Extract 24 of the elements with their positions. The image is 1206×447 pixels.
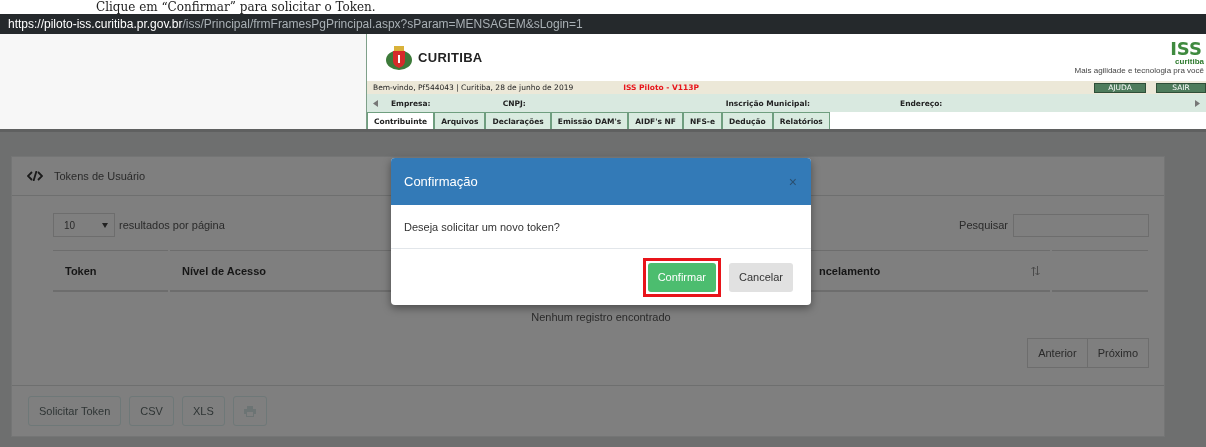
action-button[interactable]: XLS [181, 396, 225, 426]
page-size-select[interactable]: 10 [53, 213, 115, 237]
dialog-title: Confirmação [404, 174, 478, 189]
brand-name: CURITIBA [418, 50, 483, 65]
iss-logo: ISS curitiba Mais agilidade e tecnologia pra você [1073, 40, 1205, 75]
city-crest-icon [384, 43, 414, 72]
pagination-button[interactable]: Próximo [1087, 338, 1149, 368]
action-button[interactable]: Solicitar Token [28, 396, 122, 426]
panel-title: Tokens de Usuário [54, 170, 146, 182]
address-bar[interactable]: https://piloto-iss.curitiba.pr.gov.br/iss/Principal/frmFramesPgPrincipal.aspx?sParam=MENSAGEM&sLogin=1 [0, 14, 1206, 34]
cancel-button[interactable]: Cancelar [728, 262, 793, 292]
scroll-left-icon[interactable] [373, 99, 378, 107]
scroll-right-icon[interactable] [1195, 99, 1200, 107]
code-icon [27, 171, 43, 181]
caret-icon [102, 222, 108, 228]
caption-text: Clique em “Confirmar” para solicitar o Token. [95, 0, 377, 14]
empty-message: Nenhum registro encontrado [530, 311, 672, 323]
sort-icon[interactable] [1031, 265, 1040, 276]
dialog-message: Deseja solicitar um novo token? [404, 220, 560, 233]
search-label: Pesquisar [959, 219, 1008, 231]
column-header[interactable]: Token [53, 250, 168, 292]
pagination-button[interactable]: Anterior [1027, 338, 1088, 368]
page-size-label: resultados por página [119, 219, 225, 231]
action-button[interactable]: CSV [129, 396, 174, 426]
